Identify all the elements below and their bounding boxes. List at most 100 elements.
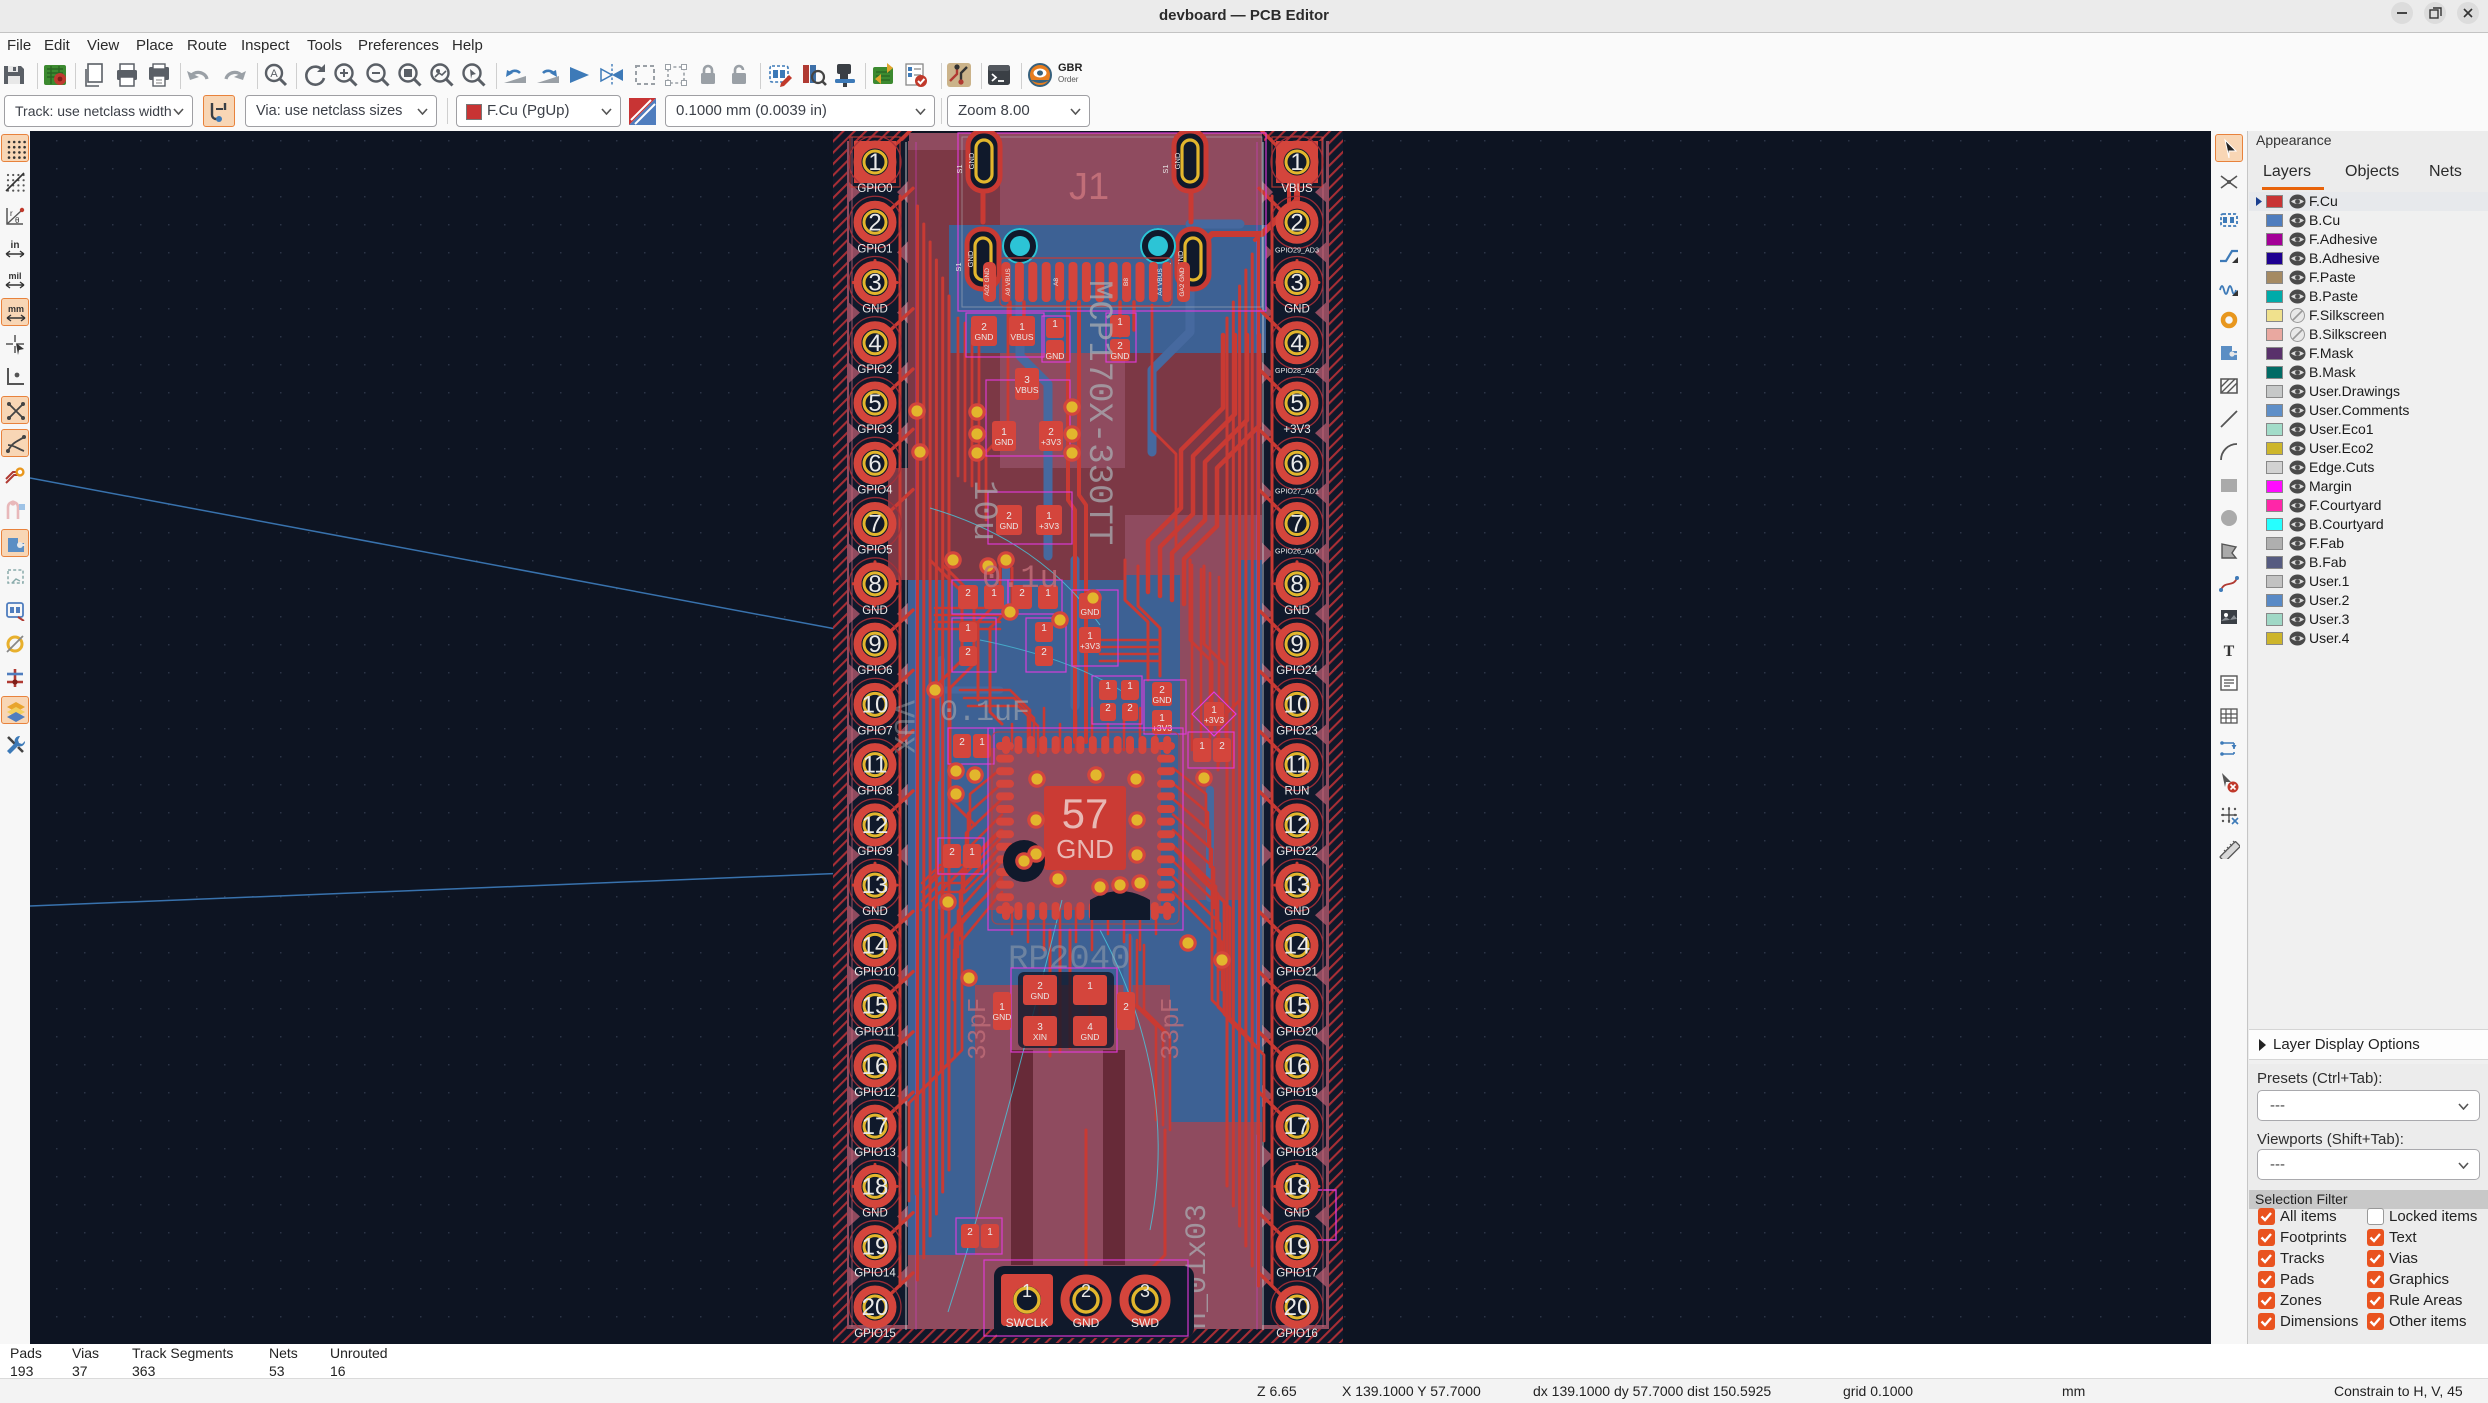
svg-text:1: 1 bbox=[1041, 623, 1047, 634]
svg-text:GND: GND bbox=[993, 1012, 1012, 1022]
svg-text:1: 1 bbox=[1117, 317, 1123, 328]
svg-text:1: 1 bbox=[868, 149, 881, 176]
svg-text:GPIO28_AD2: GPIO28_AD2 bbox=[1275, 366, 1319, 375]
svg-text:2: 2 bbox=[1041, 647, 1047, 658]
svg-text:13: 13 bbox=[862, 872, 889, 899]
svg-text:GPIO26_AD0: GPIO26_AD0 bbox=[1275, 547, 1319, 556]
svg-text:GND: GND bbox=[966, 250, 975, 267]
svg-text:2: 2 bbox=[1123, 1002, 1129, 1013]
svg-text:7: 7 bbox=[1290, 511, 1303, 538]
svg-text:16: 16 bbox=[862, 1053, 889, 1080]
svg-text:3: 3 bbox=[1290, 270, 1303, 297]
svg-text:2: 2 bbox=[959, 737, 965, 748]
svg-text:GPIO7: GPIO7 bbox=[857, 725, 892, 737]
svg-text:1: 1 bbox=[1052, 319, 1058, 330]
svg-text:GPIO18: GPIO18 bbox=[1276, 1147, 1318, 1159]
svg-text:16: 16 bbox=[1284, 1053, 1311, 1080]
svg-text:A02 GND: A02 GND bbox=[984, 268, 991, 296]
svg-text:1: 1 bbox=[1087, 981, 1093, 992]
svg-text:1: 1 bbox=[1127, 681, 1133, 692]
svg-text:+3V3: +3V3 bbox=[1039, 521, 1059, 531]
svg-text:VBUS: VBUS bbox=[1281, 183, 1313, 195]
svg-text:GND: GND bbox=[1173, 152, 1182, 169]
svg-text:VBUS: VBUS bbox=[1010, 332, 1033, 342]
svg-text:14: 14 bbox=[862, 932, 889, 959]
svg-text:6: 6 bbox=[868, 450, 881, 477]
svg-text:GND: GND bbox=[1284, 605, 1310, 617]
svg-text:GND: GND bbox=[862, 605, 888, 617]
svg-text:19: 19 bbox=[1284, 1234, 1311, 1261]
svg-text:A: A bbox=[270, 68, 278, 80]
svg-text:A9 VBUS: A9 VBUS bbox=[1005, 268, 1012, 296]
svg-text:RUN: RUN bbox=[1285, 786, 1310, 798]
svg-text:GND: GND bbox=[975, 332, 994, 342]
svg-text:GPIO10: GPIO10 bbox=[854, 966, 896, 978]
svg-text:GPIO13: GPIO13 bbox=[854, 1147, 896, 1159]
svg-text:1: 1 bbox=[987, 1227, 993, 1238]
svg-text:GND: GND bbox=[1073, 1316, 1100, 1330]
svg-text:13: 13 bbox=[1284, 872, 1311, 899]
svg-text:GPIO12: GPIO12 bbox=[854, 1087, 896, 1099]
svg-text:GPIO19: GPIO19 bbox=[1276, 1087, 1318, 1099]
svg-text:2: 2 bbox=[1290, 209, 1303, 236]
svg-text:2: 2 bbox=[868, 209, 881, 236]
svg-text:2: 2 bbox=[1081, 1281, 1091, 1301]
svg-text:GPIO9: GPIO9 bbox=[857, 846, 892, 858]
svg-text:8: 8 bbox=[868, 571, 881, 598]
svg-text:A4 VBUS: A4 VBUS bbox=[1157, 268, 1164, 296]
svg-text:GPIO16: GPIO16 bbox=[1276, 1328, 1318, 1340]
svg-text:33pF: 33pF bbox=[963, 998, 993, 1060]
svg-text:1: 1 bbox=[1105, 681, 1111, 692]
svg-text:GND: GND bbox=[1284, 304, 1310, 316]
svg-text:+3V3: +3V3 bbox=[1080, 641, 1100, 651]
svg-text:1: 1 bbox=[965, 623, 971, 634]
svg-text:A8: A8 bbox=[1053, 278, 1060, 286]
svg-text:15: 15 bbox=[1284, 993, 1311, 1020]
svg-text:GPIO29_AD3: GPIO29_AD3 bbox=[1275, 245, 1319, 254]
svg-text:S1: S1 bbox=[955, 164, 964, 173]
svg-text:3: 3 bbox=[868, 270, 881, 297]
svg-text:+3V3: +3V3 bbox=[1041, 437, 1061, 447]
svg-text:VBUS: VBUS bbox=[1015, 385, 1038, 395]
svg-text:1: 1 bbox=[1199, 741, 1205, 752]
svg-text:11: 11 bbox=[1285, 752, 1310, 779]
svg-text:GPIO8: GPIO8 bbox=[857, 786, 892, 798]
svg-text:14: 14 bbox=[1284, 932, 1311, 959]
svg-text:GND: GND bbox=[1081, 607, 1100, 617]
svg-text:1: 1 bbox=[969, 847, 975, 858]
svg-text:GND: GND bbox=[1284, 1207, 1310, 1219]
svg-text:0.1u: 0.1u bbox=[982, 560, 1059, 597]
svg-text:9: 9 bbox=[1290, 631, 1303, 658]
svg-text:GND: GND bbox=[1056, 834, 1114, 864]
svg-text:S1: S1 bbox=[1161, 164, 1170, 173]
svg-text:10: 10 bbox=[1284, 691, 1311, 718]
svg-text:GND: GND bbox=[1153, 695, 1172, 705]
svg-text:r: r bbox=[10, 209, 13, 218]
svg-text:18: 18 bbox=[1284, 1173, 1311, 1200]
svg-text:2: 2 bbox=[1219, 741, 1225, 752]
svg-text:10: 10 bbox=[862, 691, 889, 718]
svg-text:GND: GND bbox=[995, 437, 1014, 447]
svg-text:2: 2 bbox=[1105, 703, 1111, 714]
svg-text:GND: GND bbox=[1046, 351, 1065, 361]
svg-text:0.1uF: 0.1uF bbox=[940, 696, 1030, 730]
svg-text:6: 6 bbox=[1290, 450, 1303, 477]
svg-text:MCP170X-330TT: MCP170X-330TT bbox=[1079, 280, 1117, 545]
svg-text:2: 2 bbox=[967, 1227, 973, 1238]
svg-text:S1: S1 bbox=[954, 262, 963, 271]
svg-text:5: 5 bbox=[1290, 390, 1303, 417]
svg-text:GND: GND bbox=[967, 152, 976, 169]
svg-text:GPIO22: GPIO22 bbox=[1276, 846, 1318, 858]
svg-text:20: 20 bbox=[862, 1294, 889, 1321]
svg-text:+3V3: +3V3 bbox=[1204, 715, 1224, 725]
svg-text:T: T bbox=[2224, 643, 2235, 660]
svg-text:SWD: SWD bbox=[1131, 1316, 1159, 1330]
svg-text:GPIO20: GPIO20 bbox=[1276, 1027, 1318, 1039]
svg-text:2: 2 bbox=[1127, 703, 1133, 714]
svg-text:GPIO15: GPIO15 bbox=[854, 1328, 896, 1340]
svg-text:19: 19 bbox=[862, 1234, 889, 1261]
svg-text:12: 12 bbox=[1284, 812, 1311, 839]
svg-text:5: 5 bbox=[868, 390, 881, 417]
svg-text:GA2 GND: GA2 GND bbox=[1179, 267, 1186, 297]
svg-text:GPIO23: GPIO23 bbox=[1276, 725, 1318, 737]
